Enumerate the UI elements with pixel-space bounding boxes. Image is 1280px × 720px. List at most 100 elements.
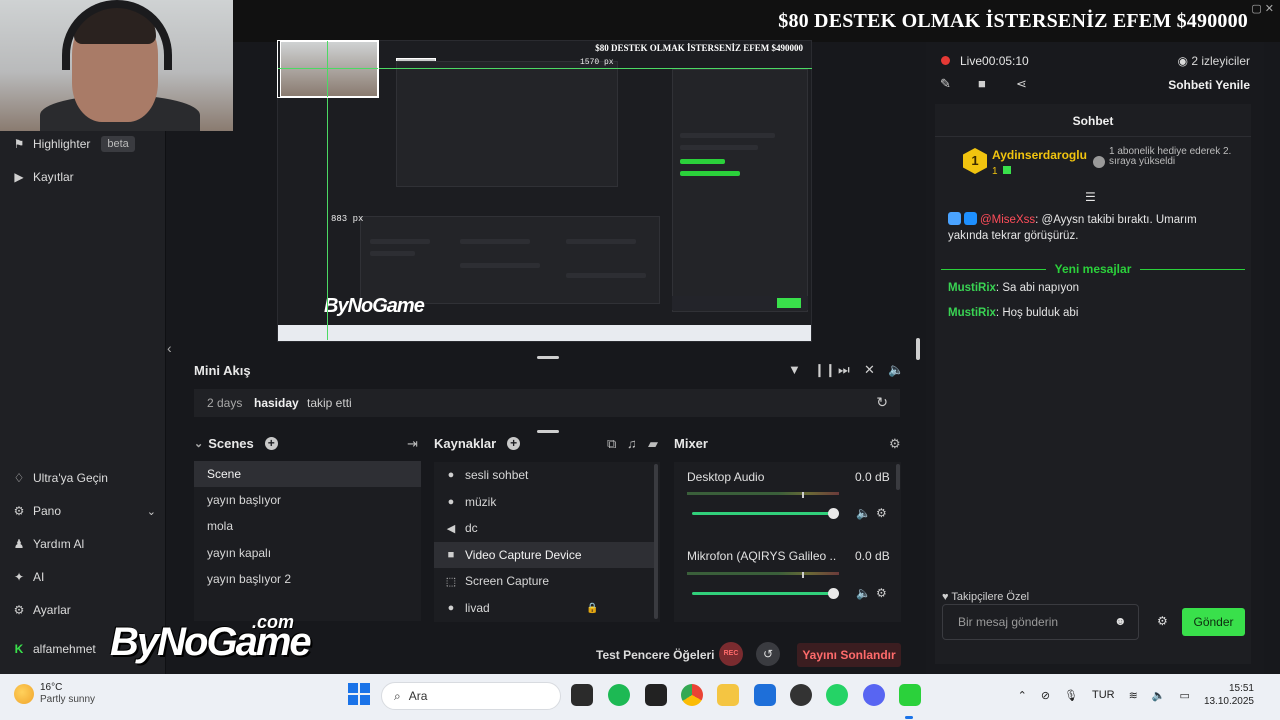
volume-slider[interactable]	[692, 592, 834, 595]
language-indicator[interactable]: TUR	[1092, 689, 1115, 701]
sidebar-item-settings[interactable]: ⚙ Ayarlar	[12, 599, 71, 621]
volume-icon[interactable]: 🔈	[888, 362, 904, 378]
whatsapp-icon[interactable]	[826, 684, 848, 706]
task-view-icon[interactable]	[571, 684, 593, 706]
spotify-icon[interactable]	[608, 684, 630, 706]
microsoft-store-icon[interactable]	[754, 684, 776, 706]
gear-icon[interactable]: ⚙	[876, 586, 887, 600]
weather-widget[interactable]: 16°C Partly sunny	[14, 682, 95, 706]
kick-icon: K	[14, 642, 24, 656]
scene-item[interactable]: Scene	[194, 461, 421, 487]
mute-alerts-icon[interactable]: ✕	[864, 362, 875, 378]
source-item[interactable]: ● livad 🔒	[434, 595, 660, 621]
scene-item[interactable]: yayın kapalı	[194, 540, 421, 566]
mixer-title: Mixer	[674, 436, 708, 451]
collapse-sidebar-chevron-icon[interactable]: ‹	[167, 340, 179, 356]
chevron-up-icon[interactable]: ⌃	[1018, 689, 1027, 702]
gear-icon[interactable]: ⚙	[889, 436, 901, 452]
chat-message-input[interactable]	[942, 604, 1139, 640]
microphone-icon[interactable]: 🎙	[1064, 689, 1078, 702]
message-user[interactable]: MustiRix	[948, 307, 996, 319]
sources-title: Kaynaklar	[434, 436, 497, 451]
volume-slider[interactable]	[692, 512, 834, 515]
lock-icon[interactable]: 🔒	[586, 603, 598, 614]
sources-scrollbar[interactable]	[654, 464, 658, 619]
speaker-icon[interactable]: 🔈	[856, 506, 871, 520]
scene-item[interactable]: yayın başlıyor	[194, 487, 421, 513]
chrome-icon[interactable]	[681, 684, 703, 706]
sidebar-item-highlighter[interactable]: ⚑ Highlighter beta	[12, 133, 135, 155]
network-off-icon[interactable]: ⊘	[1041, 689, 1050, 702]
replay-buffer-button[interactable]: ↺	[756, 642, 780, 666]
scene-item[interactable]: mola	[194, 513, 421, 539]
bot-icon	[948, 212, 961, 225]
battery-icon[interactable]: ▭	[1180, 689, 1190, 702]
sidebar-item-dashboard[interactable]: ⚙ Pano ⌄	[12, 500, 156, 522]
source-item[interactable]: ■ Video Capture Device	[434, 542, 654, 568]
source-item[interactable]: ● müzik	[434, 489, 660, 515]
windows-start-icon[interactable]	[348, 683, 370, 705]
camera-icon[interactable]: ■	[978, 76, 986, 91]
sidebar-item-recordings[interactable]: ▶ Kayıtlar	[12, 166, 73, 188]
scene-transitions-icon[interactable]: ⇥	[407, 436, 418, 452]
gear-icon[interactable]: ⚙	[876, 506, 887, 520]
chevron-down-icon[interactable]: ⌄	[194, 437, 203, 450]
skip-icon[interactable]: ⏭	[838, 362, 850, 378]
recordings-icon: ▶	[14, 170, 24, 184]
panel-drag-handle[interactable]	[537, 430, 559, 433]
sidebar-item-account[interactable]: K alfamehmet	[12, 638, 96, 660]
mixer-scrollbar[interactable]	[896, 464, 900, 490]
wifi-icon[interactable]: ≋	[1129, 689, 1138, 702]
clock[interactable]: 15:51 13.10.2025	[1204, 682, 1254, 708]
source-selector-icon[interactable]: ⧉	[607, 436, 616, 452]
channel-db: 0.0 dB	[855, 470, 890, 484]
send-button[interactable]: Gönder	[1182, 608, 1245, 636]
audio-filters-icon[interactable]: ♫	[627, 436, 637, 451]
pin-icon[interactable]: ☰	[1085, 190, 1096, 204]
source-item[interactable]: ⬚ Screen Capture	[434, 568, 660, 594]
sidebar-item-label: AI	[33, 570, 45, 584]
volume-icon[interactable]: 🔈	[1152, 689, 1166, 702]
source-item[interactable]: ◀ dc	[434, 515, 660, 541]
streamlabs-icon[interactable]	[899, 684, 921, 706]
add-source-icon[interactable]: +	[507, 437, 521, 450]
epic-games-icon[interactable]	[645, 684, 667, 706]
selection-box[interactable]	[277, 40, 379, 98]
sidebar-item-ai[interactable]: ✦ AI	[12, 566, 44, 588]
highlighter-icon: ⚑	[13, 137, 25, 151]
chatgpt-icon[interactable]	[790, 684, 812, 706]
volume-slider-knob[interactable]	[828, 508, 839, 519]
source-label: Video Capture Device	[465, 548, 582, 562]
file-explorer-icon[interactable]	[717, 684, 739, 706]
record-button[interactable]: REC	[719, 642, 743, 666]
add-scene-icon[interactable]: +	[264, 437, 278, 450]
replay-alert-icon[interactable]: ↻	[876, 394, 888, 411]
sidebar-item-ultra[interactable]: ♢ Ultra'ya Geçin	[12, 467, 108, 489]
gear-icon[interactable]: ⚙	[1157, 614, 1168, 628]
discord-icon[interactable]	[863, 684, 885, 706]
volume-slider-knob[interactable]	[828, 588, 839, 599]
folder-icon[interactable]: ▰	[648, 436, 658, 452]
edit-stream-icon[interactable]: ✎	[940, 76, 951, 92]
top-supporter-count: 1	[992, 166, 1012, 177]
scene-item[interactable]: yayın başlıyor 2	[194, 566, 421, 592]
source-item[interactable]: ● sesli sohbet	[434, 462, 660, 488]
test-widgets-button[interactable]: Test Pencere Öğeleri	[596, 648, 715, 662]
filter-icon[interactable]: ▼	[788, 362, 801, 377]
audio-meter	[687, 572, 839, 575]
taskbar-search[interactable]: ⌕ Ara	[381, 682, 561, 710]
emoji-icon[interactable]: ☻	[1114, 614, 1127, 628]
end-stream-button[interactable]: Yayını Sonlandır	[797, 643, 901, 667]
weather-temp: 16°C	[40, 682, 63, 693]
beta-badge: beta	[101, 136, 135, 152]
pause-icon[interactable]: ❙❙	[814, 362, 836, 378]
sidebar-item-help[interactable]: ♟ Yardım Al	[12, 533, 85, 555]
speaker-icon[interactable]: 🔈	[856, 586, 871, 600]
ultra-icon: ♢	[13, 471, 25, 485]
resize-handle[interactable]	[916, 338, 920, 360]
message-user[interactable]: MustiRix	[948, 282, 996, 294]
refresh-chat-button[interactable]: Sohbeti Yenile	[1168, 78, 1250, 92]
share-icon[interactable]: ⋖	[1016, 76, 1027, 92]
window-controls[interactable]: ▢ ✕	[1251, 2, 1274, 15]
scenes-header: ⌄ Scenes +	[194, 436, 278, 451]
